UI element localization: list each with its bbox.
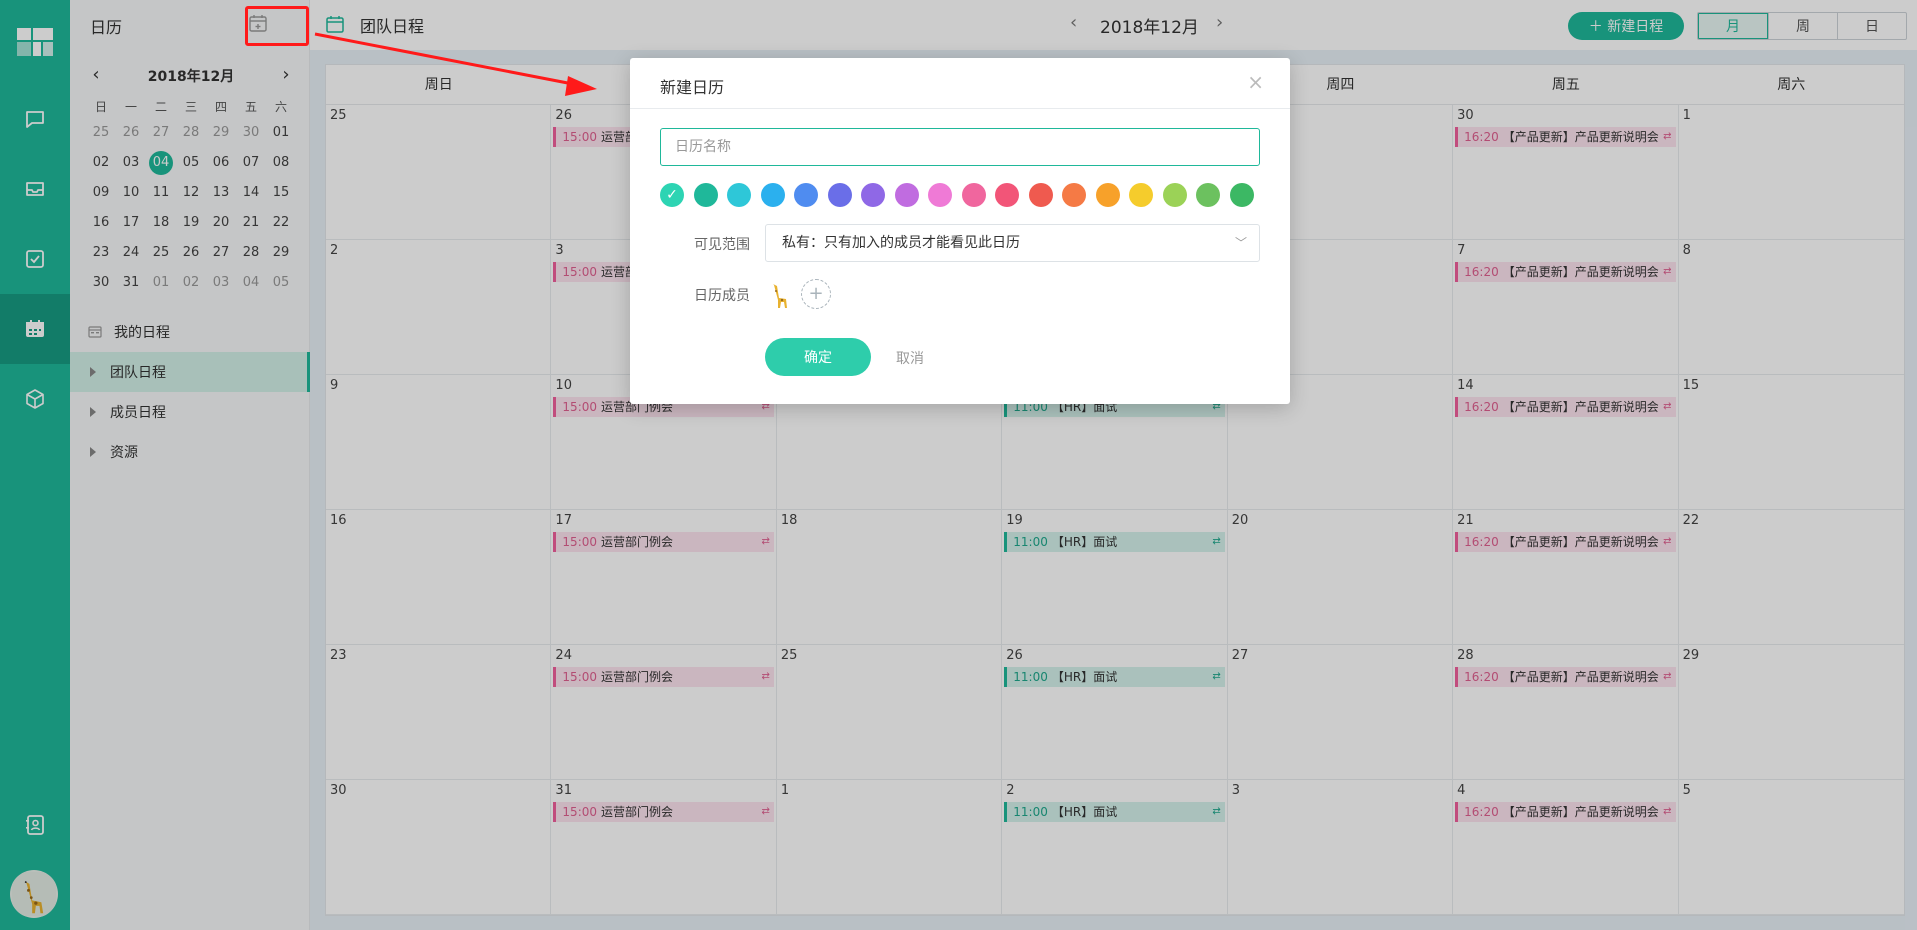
color-swatch[interactable] bbox=[1129, 183, 1153, 207]
color-swatch[interactable] bbox=[995, 183, 1019, 207]
members-label: 日历成员 bbox=[694, 288, 750, 304]
color-swatch[interactable] bbox=[1162, 183, 1187, 207]
close-icon[interactable]: × bbox=[1247, 70, 1264, 94]
chevron-down-icon: ﹀ bbox=[1234, 236, 1247, 250]
color-swatch[interactable] bbox=[928, 183, 952, 207]
highlight-box bbox=[245, 6, 309, 46]
confirm-button[interactable]: 确定 bbox=[765, 338, 871, 376]
color-picker: ✓ bbox=[660, 183, 1260, 209]
color-swatch[interactable] bbox=[1028, 183, 1053, 207]
color-swatch[interactable] bbox=[760, 183, 785, 207]
dialog-divider bbox=[630, 108, 1290, 109]
color-swatch[interactable] bbox=[727, 183, 751, 207]
color-swatch[interactable] bbox=[1062, 183, 1086, 207]
color-swatch[interactable] bbox=[961, 183, 986, 207]
check-icon: ✓ bbox=[666, 187, 678, 203]
cancel-button[interactable]: 取消 bbox=[896, 348, 924, 368]
visibility-select[interactable]: 私有：只有加入的成员才能看见此日历 ﹀ bbox=[765, 224, 1260, 262]
app-root: 日历 ‹ 2018年12月 › 日一二三四五六 25 26 27 28 29 30 01 02 0… bbox=[0, 0, 1917, 930]
member-giraffe-icon[interactable] bbox=[768, 280, 794, 308]
dialog-title: 新建日历 bbox=[660, 78, 725, 97]
visibility-value: 私有：只有加入的成员才能看见此日历 bbox=[782, 235, 1020, 251]
color-swatch[interactable] bbox=[794, 183, 818, 207]
color-swatch[interactable] bbox=[1196, 183, 1220, 207]
new-calendar-dialog: 新建日历 × ✓ 可见范围 私有：只有加入的成员才能看见此日历 ﹀ 日历成员 +… bbox=[630, 58, 1290, 404]
color-swatch[interactable] bbox=[827, 183, 852, 207]
color-swatch-selected[interactable]: ✓ bbox=[660, 183, 684, 207]
calendar-name-input[interactable] bbox=[660, 128, 1260, 166]
visibility-label: 可见范围 bbox=[694, 237, 750, 253]
color-swatch[interactable] bbox=[1095, 183, 1120, 207]
color-swatch[interactable] bbox=[1229, 183, 1254, 207]
add-member-button[interactable]: + bbox=[801, 279, 831, 309]
color-swatch[interactable] bbox=[861, 183, 885, 207]
color-swatch[interactable] bbox=[693, 183, 718, 207]
color-swatch[interactable] bbox=[894, 183, 919, 207]
